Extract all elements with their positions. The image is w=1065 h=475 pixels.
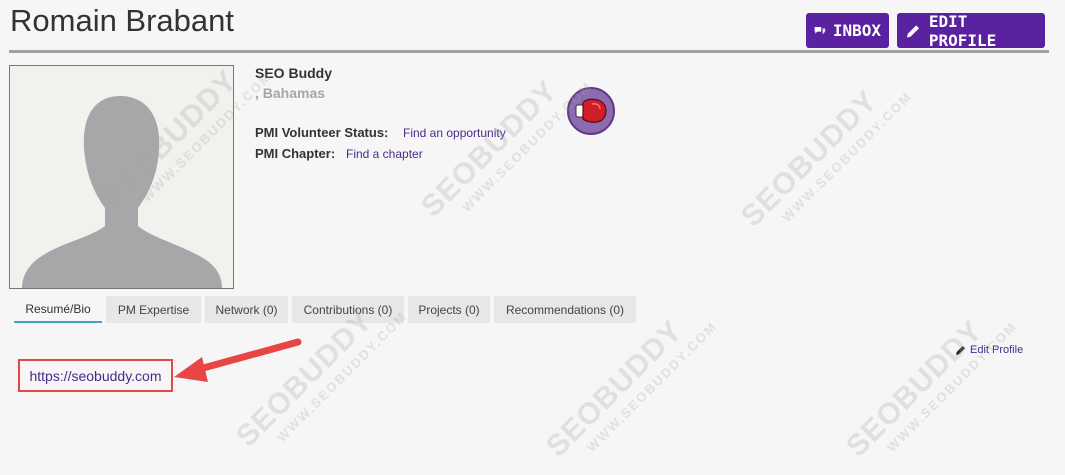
edit-profile-link-label: Edit Profile [970, 344, 1024, 356]
find-chapter-link[interactable]: Find a chapter [346, 147, 423, 161]
volunteer-status-label: PMI Volunteer Status: [255, 125, 389, 140]
inbox-button[interactable]: INBOX [806, 13, 889, 48]
website-link[interactable]: https://seobuddy.com [29, 368, 161, 384]
tab-network[interactable]: Network (0) [205, 296, 288, 323]
watermark: SEOBUDDYWWW.SEOBUDDY.COM [820, 0, 1000, 5]
boxing-glove-icon [575, 98, 607, 123]
edit-profile-link[interactable]: Edit Profile [955, 344, 1023, 356]
watermark: SEOBUDDYWWW.SEOBUDDY.COM [840, 314, 1021, 464]
website-highlight-box: https://seobuddy.com [18, 359, 173, 392]
tab-recommendations[interactable]: Recommendations (0) [494, 296, 636, 323]
organization-name: SEO Buddy [255, 65, 333, 81]
tab-contributions[interactable]: Contributions (0) [292, 296, 404, 323]
pencil-icon [906, 24, 920, 38]
tab-resume-bio[interactable]: Resumé/Bio [14, 296, 102, 323]
chat-bubbles-icon [814, 26, 826, 34]
pencil-icon [956, 346, 965, 355]
annotation-arrow [174, 338, 302, 382]
location: , Bahamas [255, 85, 326, 101]
find-opportunity-link[interactable]: Find an opportunity [403, 126, 506, 140]
page-title: Romain Brabant [10, 3, 235, 38]
title-divider [9, 50, 1049, 53]
edit-profile-button-label: EDIT PROFILE [928, 11, 997, 50]
watermark: SEOBUDDYWWW.SEOBUDDY.COM [735, 84, 916, 234]
boxing-glove-badge [567, 87, 615, 135]
watermark: SEOBUDDYWWW.SEOBUDDY.COM [415, 74, 596, 224]
inbox-button-label: INBOX [832, 21, 881, 40]
chapter-label: PMI Chapter: [255, 146, 336, 161]
tab-pm-expertise[interactable]: PM Expertise [106, 296, 201, 323]
default-avatar-silhouette-icon [10, 66, 233, 288]
avatar [9, 65, 234, 289]
tab-projects[interactable]: Projects (0) [408, 296, 490, 323]
edit-profile-button[interactable]: EDIT PROFILE [897, 11, 1045, 50]
